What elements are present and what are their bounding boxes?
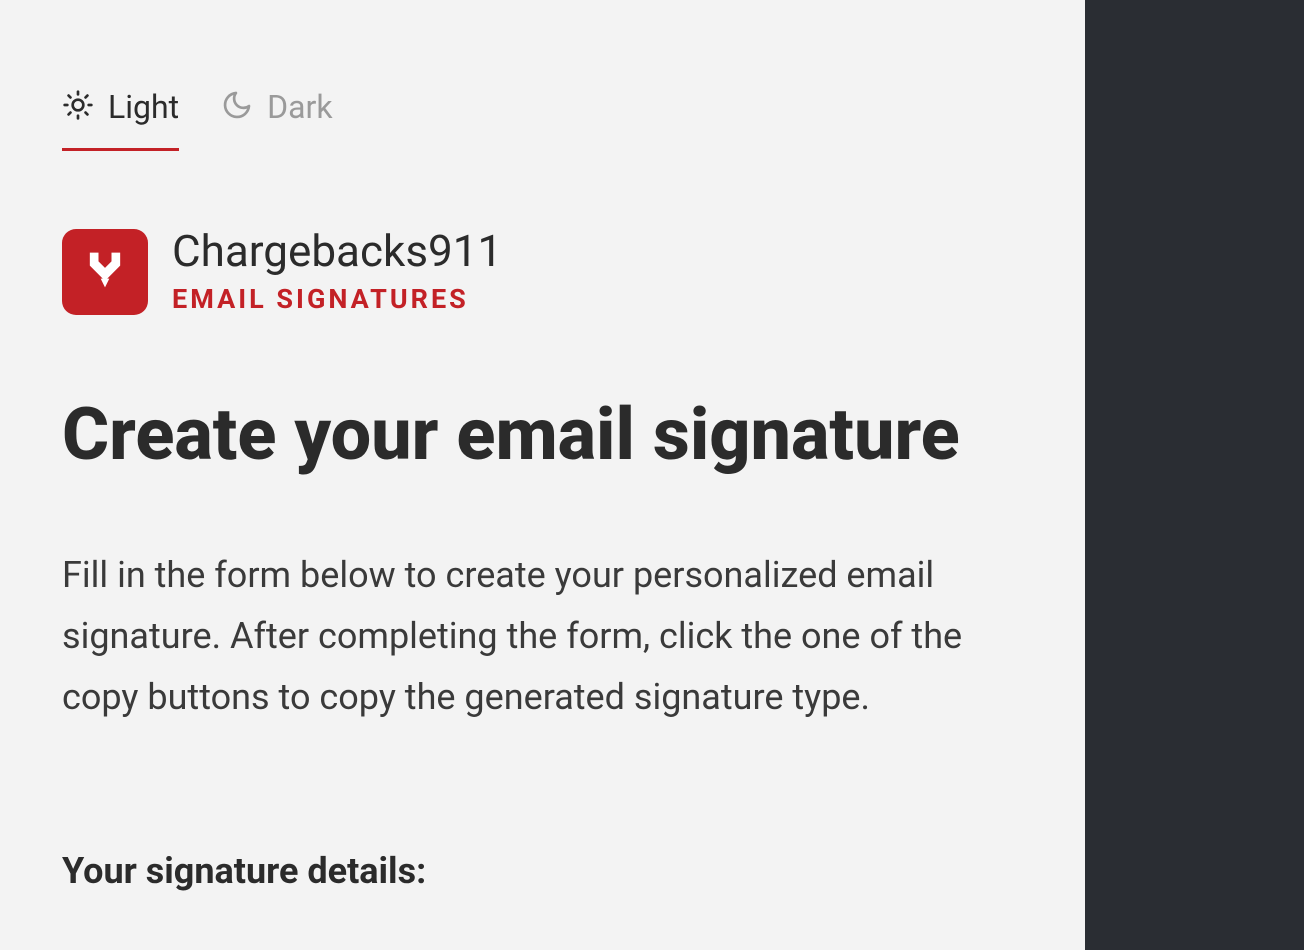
- brand-logo-icon: [79, 244, 131, 300]
- moon-icon: [221, 89, 253, 125]
- page-description: Fill in the form below to create your pe…: [62, 545, 982, 729]
- brand-text: Chargebacks911 EMAIL SIGNATURES: [172, 229, 502, 315]
- theme-tab-dark[interactable]: Dark: [221, 88, 332, 151]
- theme-tabs: Light Dark: [62, 88, 1023, 151]
- brand-header: Chargebacks911 EMAIL SIGNATURES: [62, 229, 1023, 315]
- form-section-title: Your signature details:: [62, 850, 1023, 892]
- theme-tab-dark-label: Dark: [267, 88, 332, 126]
- theme-tab-light-label: Light: [108, 88, 179, 126]
- brand-logo: [62, 229, 148, 315]
- sidebar-panel: [1085, 0, 1304, 950]
- brand-subtitle: EMAIL SIGNATURES: [172, 283, 502, 315]
- theme-tab-light[interactable]: Light: [62, 88, 179, 151]
- main-content: Light Dark Chargebacks911 EMAIL SIGNATUR…: [0, 0, 1085, 950]
- sun-icon: [62, 89, 94, 125]
- page-title: Create your email signature: [62, 397, 1023, 473]
- brand-name: Chargebacks911: [172, 229, 502, 273]
